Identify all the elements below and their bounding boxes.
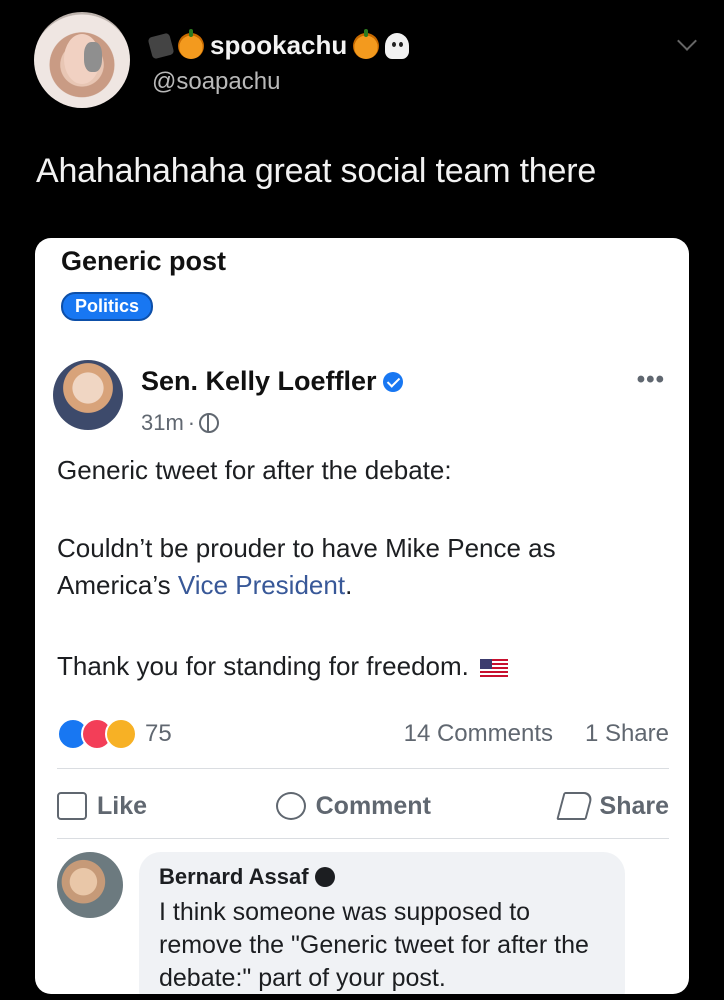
post-line-1: Generic tweet for after the debate: [57, 455, 452, 485]
author-avatar[interactable] [53, 360, 123, 430]
tweet-header: spookachu @soapachu [34, 12, 714, 112]
haha-reaction-icon [105, 718, 137, 750]
share-label: Share [599, 791, 669, 820]
reaction-icons[interactable] [57, 718, 137, 750]
commenter-name-line[interactable]: Bernard Assaf [159, 864, 335, 890]
government-icon [314, 867, 335, 887]
user-avatar[interactable] [34, 12, 130, 108]
post-stats: 75 14 Comments 1 Share [57, 716, 669, 752]
display-name[interactable]: spookachu [210, 30, 347, 61]
shares-count[interactable]: 1 Share [585, 720, 669, 748]
post-time[interactable]: 31m [141, 410, 184, 436]
divider [57, 838, 669, 839]
globe-icon [199, 413, 220, 433]
post-line-3: Thank you for standing for freedom. [57, 648, 509, 685]
display-name-line[interactable]: spookachu [147, 28, 410, 61]
chevron-down-icon[interactable] [677, 31, 697, 51]
comment-text: I think someone was supposed to remove t… [159, 898, 589, 992]
vice-president-link[interactable]: Vice President [178, 570, 345, 600]
pumpkin-icon [353, 28, 380, 59]
share-icon [555, 792, 594, 820]
embedded-image-card: Generic post Politics Sen. Kelly Loeffle… [35, 238, 689, 994]
share-button[interactable]: Share [555, 791, 669, 821]
post-line-2: Couldn’t be prouder to have Mike Pence a… [57, 530, 667, 604]
verified-icon [382, 371, 403, 392]
post-line-2-end: . [345, 570, 353, 600]
comment-label: Comment [315, 791, 431, 820]
meta-separator: · [187, 410, 196, 435]
divider [57, 768, 669, 769]
post-author[interactable]: Sen. Kelly Loeffler [141, 366, 403, 397]
commenter-name[interactable]: Bernard Assaf [159, 864, 309, 890]
card-title: Generic post [61, 246, 227, 276]
pumpkin-icon [178, 28, 204, 59]
comment-button[interactable]: Comment [275, 791, 431, 821]
bat-icon [147, 32, 175, 59]
flag-icon [480, 659, 509, 678]
comments-count[interactable]: 14 Comments [404, 720, 553, 748]
post-actions: Like Comment Share [57, 784, 669, 828]
post-line-3-text: Thank you for standing for freedom. [57, 651, 469, 681]
post-meta: 31m · [141, 410, 220, 436]
like-icon [57, 792, 87, 820]
comment-icon [275, 792, 306, 820]
avatar-mask [84, 42, 102, 72]
tweet-text: Ahahahahaha great social team there [36, 152, 597, 190]
author-name[interactable]: Sen. Kelly Loeffler [141, 366, 377, 397]
user-handle[interactable]: @soapachu [152, 68, 280, 96]
more-icon[interactable]: ••• [637, 366, 665, 394]
ghost-icon [385, 32, 410, 59]
like-button[interactable]: Like [57, 792, 147, 821]
comment-bubble: Bernard Assaf I think someone was suppos… [139, 852, 625, 994]
commenter-avatar[interactable] [57, 852, 123, 918]
like-label: Like [97, 791, 148, 820]
politics-tag[interactable]: Politics [61, 292, 154, 321]
reaction-count[interactable]: 75 [145, 720, 172, 748]
